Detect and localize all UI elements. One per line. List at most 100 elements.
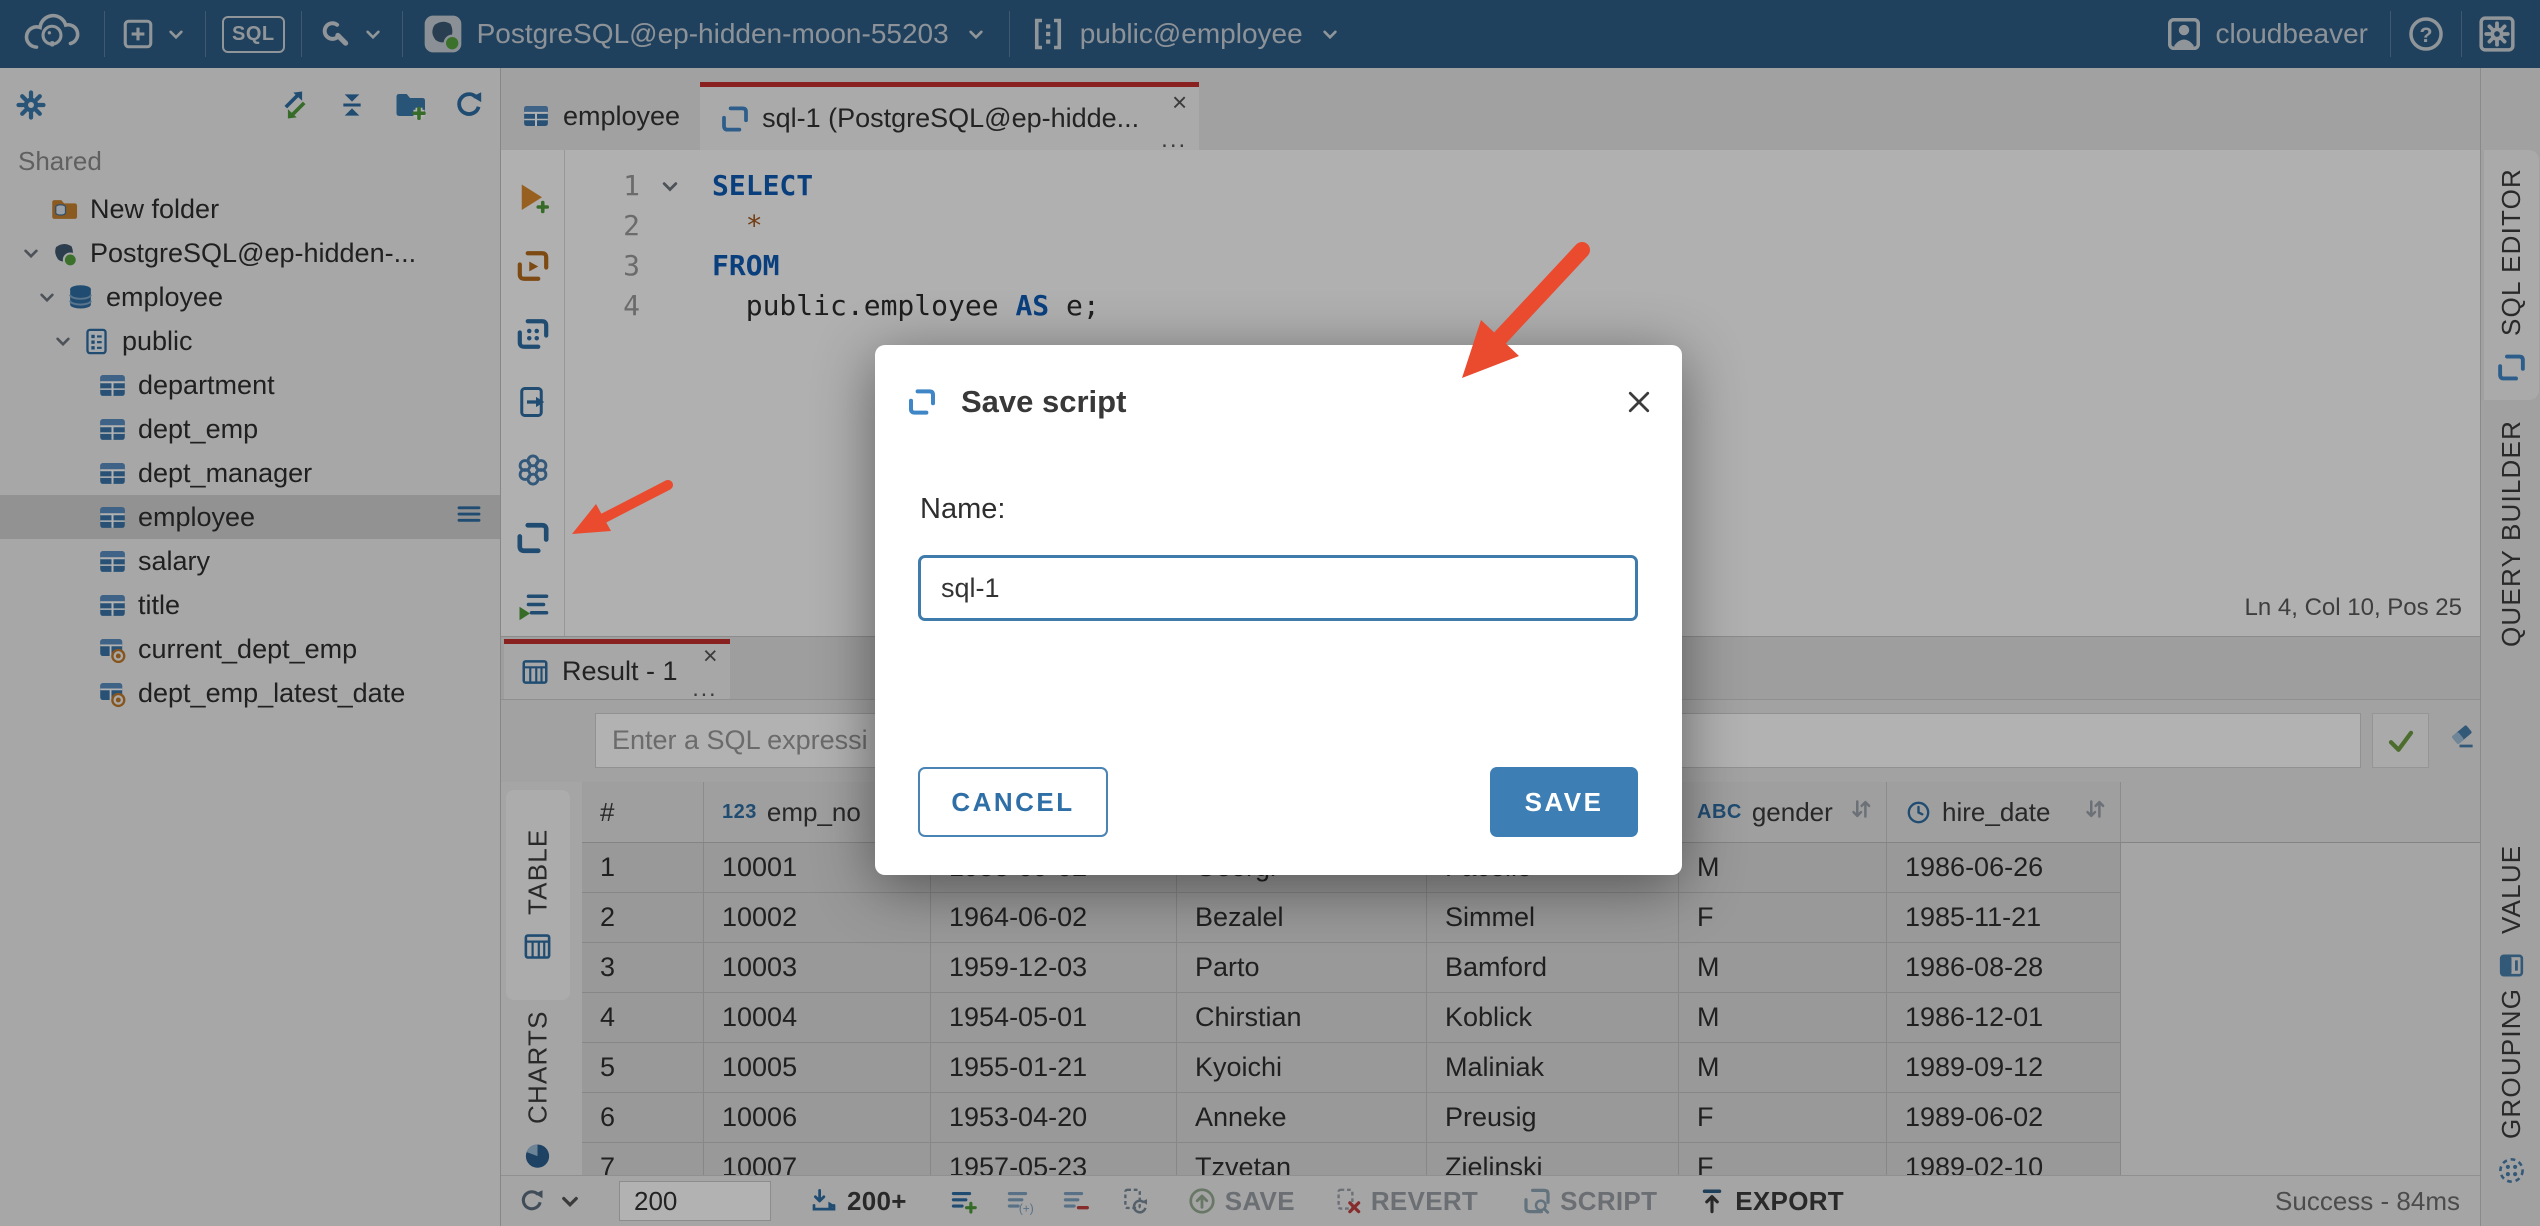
row-limit-input[interactable] [619,1181,771,1221]
panel-tab-value[interactable]: VALUE [2484,838,2539,988]
settings-gear-icon[interactable] [14,88,48,122]
refresh-document-button[interactable] [1121,1186,1151,1216]
collapse-all-icon[interactable] [336,89,368,121]
fold-chevron-icon[interactable] [656,171,684,211]
grid-cell[interactable]: 10003 [704,943,931,993]
close-icon[interactable] [1624,387,1654,417]
grid-cell[interactable]: 1957-05-23 [931,1143,1177,1175]
chevron-down-icon[interactable] [18,240,44,266]
cloudbeaver-logo[interactable] [0,0,104,68]
panel-tab-grouping[interactable]: GROUPING [2484,988,2539,1183]
tree-item-department[interactable]: department [0,363,500,407]
tree-item-dept-emp-latest-date[interactable]: dept_emp_latest_date [0,671,500,715]
settings-button[interactable] [2462,0,2540,68]
tree-item-public[interactable]: public [0,319,500,363]
grid-cell[interactable]: F [1679,893,1887,943]
fetch-more-button[interactable]: 200+ [809,1186,907,1217]
column-header-gender[interactable]: ABC gender [1679,782,1887,842]
chevron-down-icon[interactable] [50,328,76,354]
chevron-down-icon[interactable] [34,284,60,310]
duplicate-row-button[interactable]: (+) [1005,1186,1035,1216]
tree-item-new-folder[interactable]: New folder [0,187,500,231]
grid-cell[interactable]: Zielinski [1427,1143,1679,1175]
editor-tab-sql[interactable]: sql-1 (PostgreSQL@ep-hidde... ×... [700,82,1200,152]
grid-cell[interactable]: Bamford [1427,943,1679,993]
presentation-tab-table[interactable]: TABLE [506,790,570,1000]
user-menu[interactable]: cloudbeaver [2143,0,2390,68]
column-header-hire_date[interactable]: hire_date [1887,782,2121,842]
tree-item-dept-emp[interactable]: dept_emp [0,407,500,451]
grid-cell[interactable]: Koblick [1427,993,1679,1043]
close-icon[interactable]: × [703,644,718,669]
apply-filter-button[interactable] [2372,713,2429,768]
tree-item-employee[interactable]: employee [0,495,500,539]
tree-item-salary[interactable]: salary [0,539,500,583]
menu-icon[interactable] [454,499,484,529]
grid-cell[interactable]: F [1679,1143,1887,1175]
grid-cell[interactable]: 3 [582,943,704,993]
grid-cell[interactable]: 1955-01-21 [931,1043,1177,1093]
grid-cell[interactable]: 1986-12-01 [1887,993,2121,1043]
ai-assistant-button[interactable] [515,452,551,493]
presentation-tab-charts[interactable]: CHARTS [506,1011,570,1169]
grid-cell[interactable]: 1989-09-12 [1887,1043,2121,1093]
grid-cell[interactable]: Simmel [1427,893,1679,943]
grid-cell[interactable]: Bezalel [1177,893,1427,943]
execute-new-tab-button[interactable] [515,180,551,221]
column-header-#[interactable]: # [582,782,704,842]
tree-item-dept-manager[interactable]: dept_manager [0,451,500,495]
grid-cell[interactable]: 1989-06-02 [1887,1093,2121,1143]
tab-result-1[interactable]: Result - 1 × ... [504,639,730,700]
new-folder-icon[interactable] [392,87,428,123]
grid-cell[interactable]: 7 [582,1143,704,1175]
tree-item-title[interactable]: title [0,583,500,627]
more-icon[interactable]: ... [1161,128,1187,152]
grid-cell[interactable]: 1959-12-03 [931,943,1177,993]
grid-cell[interactable]: 4 [582,993,704,1043]
cancel-button[interactable]: CANCEL [918,767,1108,837]
grid-cell[interactable]: Parto [1177,943,1427,993]
schema-selector[interactable]: public@employee [1010,0,1363,68]
grid-cell[interactable]: 6 [582,1093,704,1143]
revert-button[interactable]: REVERT [1333,1186,1478,1217]
execution-plan-button[interactable] [515,316,551,357]
grid-cell[interactable]: 1986-08-28 [1887,943,2121,993]
driver-manager-button[interactable] [302,0,402,68]
grid-cell[interactable]: 5 [582,1043,704,1093]
tree-item-postgresql-ep-hidden[interactable]: PostgreSQL@ep-hidden-... [0,231,500,275]
grid-cell[interactable]: 1986-06-26 [1887,843,2121,893]
clear-filter-button[interactable] [2447,720,2477,755]
grid-cell[interactable]: 10007 [704,1143,931,1175]
sync-connection-icon[interactable] [278,88,312,122]
sort-icon[interactable] [1846,794,1876,824]
grid-cell[interactable]: 1953-04-20 [931,1093,1177,1143]
grid-cell[interactable]: Maliniak [1427,1043,1679,1093]
grid-cell[interactable]: 10004 [704,993,931,1043]
refresh-icon[interactable] [452,88,486,122]
export-query-button[interactable] [515,384,551,425]
grid-cell[interactable]: 1964-06-02 [931,893,1177,943]
more-icon[interactable]: ... [692,677,717,700]
grid-cell[interactable]: M [1679,943,1887,993]
grid-cell[interactable]: 2 [582,893,704,943]
reload-grid-button[interactable] [517,1186,585,1216]
connection-selector[interactable]: PostgreSQL@ep-hidden-moon-55203 [403,0,1009,68]
delete-row-button[interactable] [1061,1186,1091,1216]
grid-cell[interactable]: F [1679,1093,1887,1143]
grid-cell[interactable]: 10006 [704,1093,931,1143]
panel-tab-sql-editor[interactable]: SQL EDITOR [2484,150,2539,400]
grid-cell[interactable]: Tzvetan [1177,1143,1427,1175]
save-script-button[interactable] [515,520,551,561]
grid-cell[interactable]: 1954-05-01 [931,993,1177,1043]
grid-cell[interactable]: M [1679,843,1887,893]
export-button[interactable]: EXPORT [1697,1186,1844,1217]
close-icon[interactable]: × [1172,89,1187,115]
grid-cell[interactable]: 1989-02-10 [1887,1143,2121,1175]
grid-cell[interactable]: Preusig [1427,1093,1679,1143]
execute-script-button[interactable] [515,248,551,289]
grid-cell[interactable]: Anneke [1177,1093,1427,1143]
grid-cell[interactable]: M [1679,993,1887,1043]
grid-cell[interactable]: 10005 [704,1043,931,1093]
add-row-button[interactable] [949,1186,979,1216]
new-sql-editor-button[interactable]: SQL [206,0,301,68]
